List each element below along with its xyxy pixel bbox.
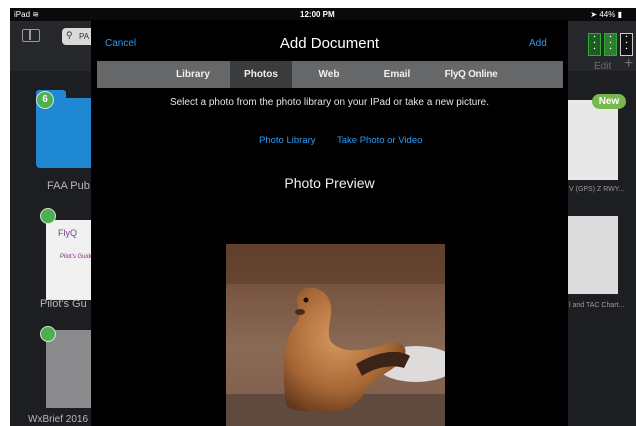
tile-label: WxBrief 2016 [28,414,89,425]
new-badge: New [592,94,626,109]
tab-photos[interactable]: Photos [230,61,292,88]
status-time: 12:00 PM [300,10,335,19]
take-photo-button[interactable]: Take Photo or Video [337,135,422,146]
tab-flyq-online[interactable]: FlyQ Online [436,61,506,88]
add-icon[interactable]: + [624,55,633,73]
tab-library[interactable]: Library [166,61,220,88]
status-battery: ➤ 44% ▮ [590,10,622,19]
source-tab-bar: Library Photos Web Email FlyQ Online [97,61,563,88]
add-button[interactable]: Add [529,38,547,49]
tile-label: l and TAC Chart... [569,302,625,309]
search-icon: ⚲ [66,30,73,40]
location-icon: ➤ [590,10,598,19]
document-tile[interactable] [568,216,618,294]
tab-email[interactable]: Email [366,61,428,88]
layer-card-icon[interactable]: ▪ ▪ ▪ [604,33,617,56]
tile-label: V (GPS) Z RWY... [569,186,625,193]
photo-library-button[interactable]: Photo Library [259,135,316,146]
layer-card-icon[interactable]: ▪ ▪ ▪ [620,33,633,56]
instruction-text: Select a photo from the photo library on… [169,97,490,108]
modal-title: Add Document [279,35,380,52]
status-dot-icon [40,326,56,342]
tile-label: Pilot's Gu [40,298,87,310]
document-tile[interactable] [568,100,618,180]
ipad-screen: iPad ≋ 12:00 PM ➤ 44% ▮ ⚲ PA ▪ ▪ ▪ ▪ ▪ ▪ ▪ ▪ ▪… [10,8,636,426]
photo-preview-image [226,244,445,426]
edit-button[interactable]: Edit [594,61,611,72]
battery-icon: ▮ [617,10,622,19]
wifi-icon: ≋ [32,10,39,19]
status-dot-icon [40,208,56,224]
preview-title: Photo Preview [284,175,375,191]
count-badge: 6 [36,91,54,109]
layer-card-icon[interactable]: ▪ ▪ ▪ [588,33,601,56]
tile-label: FAA Pub [47,180,90,192]
add-document-modal: Cancel Add Document Add Library Photos W… [91,20,568,426]
sidebar-toggle-icon[interactable] [22,29,40,42]
status-device: iPad ≋ [14,10,39,19]
tab-web[interactable]: Web [302,61,356,88]
